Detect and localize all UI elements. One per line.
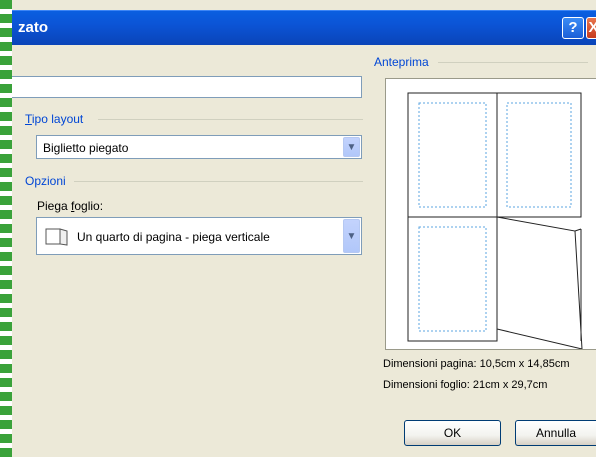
folded-card-preview <box>407 92 583 350</box>
fold-sheet-select[interactable]: Un quarto di pagina - piega verticale ▼ <box>36 217 362 255</box>
layout-group-label-mnemonic: T <box>25 112 32 126</box>
help-button[interactable]: ? <box>562 17 584 39</box>
fold-sheet-value: Un quarto di pagina - piega verticale <box>77 230 270 244</box>
options-group-label: Opzioni <box>25 174 66 188</box>
options-group-divider <box>74 181 363 182</box>
ok-button[interactable]: OK <box>404 420 501 446</box>
preview-panel <box>385 78 596 350</box>
folded-page-icon <box>45 228 68 246</box>
layout-type-value: Biglietto piegato <box>43 141 129 155</box>
cancel-button[interactable]: Annulla <box>515 420 596 446</box>
dialog-title: zato <box>18 19 48 36</box>
sheet-size-text: Dimensioni foglio: 21cm x 29,7cm <box>383 379 548 391</box>
chevron-down-icon[interactable]: ▼ <box>343 137 360 157</box>
preview-group-divider <box>438 62 588 63</box>
title-bar[interactable]: zato ? X <box>12 10 596 45</box>
layout-group-label: Tipo layout <box>25 112 83 126</box>
fold-sheet-label: Piega foglio: <box>37 199 104 213</box>
layout-type-select[interactable]: Biglietto piegato ▼ <box>36 135 362 159</box>
layout-dialog: zato ? X Tipo layout Biglietto piegato ▼… <box>12 0 596 457</box>
layout-group-divider <box>98 119 363 120</box>
fold-sheet-label-mnemonic: f <box>71 199 75 213</box>
preview-group-label: Anteprima <box>374 55 429 69</box>
close-button[interactable]: X <box>586 17 596 39</box>
name-input[interactable] <box>12 76 362 98</box>
page-size-text: Dimensioni pagina: 10,5cm x 14,85cm <box>383 358 570 370</box>
chevron-down-icon[interactable]: ▼ <box>343 219 360 253</box>
layout-group-label-text: ipo layout <box>31 112 84 126</box>
page-border-dashes <box>0 0 12 457</box>
